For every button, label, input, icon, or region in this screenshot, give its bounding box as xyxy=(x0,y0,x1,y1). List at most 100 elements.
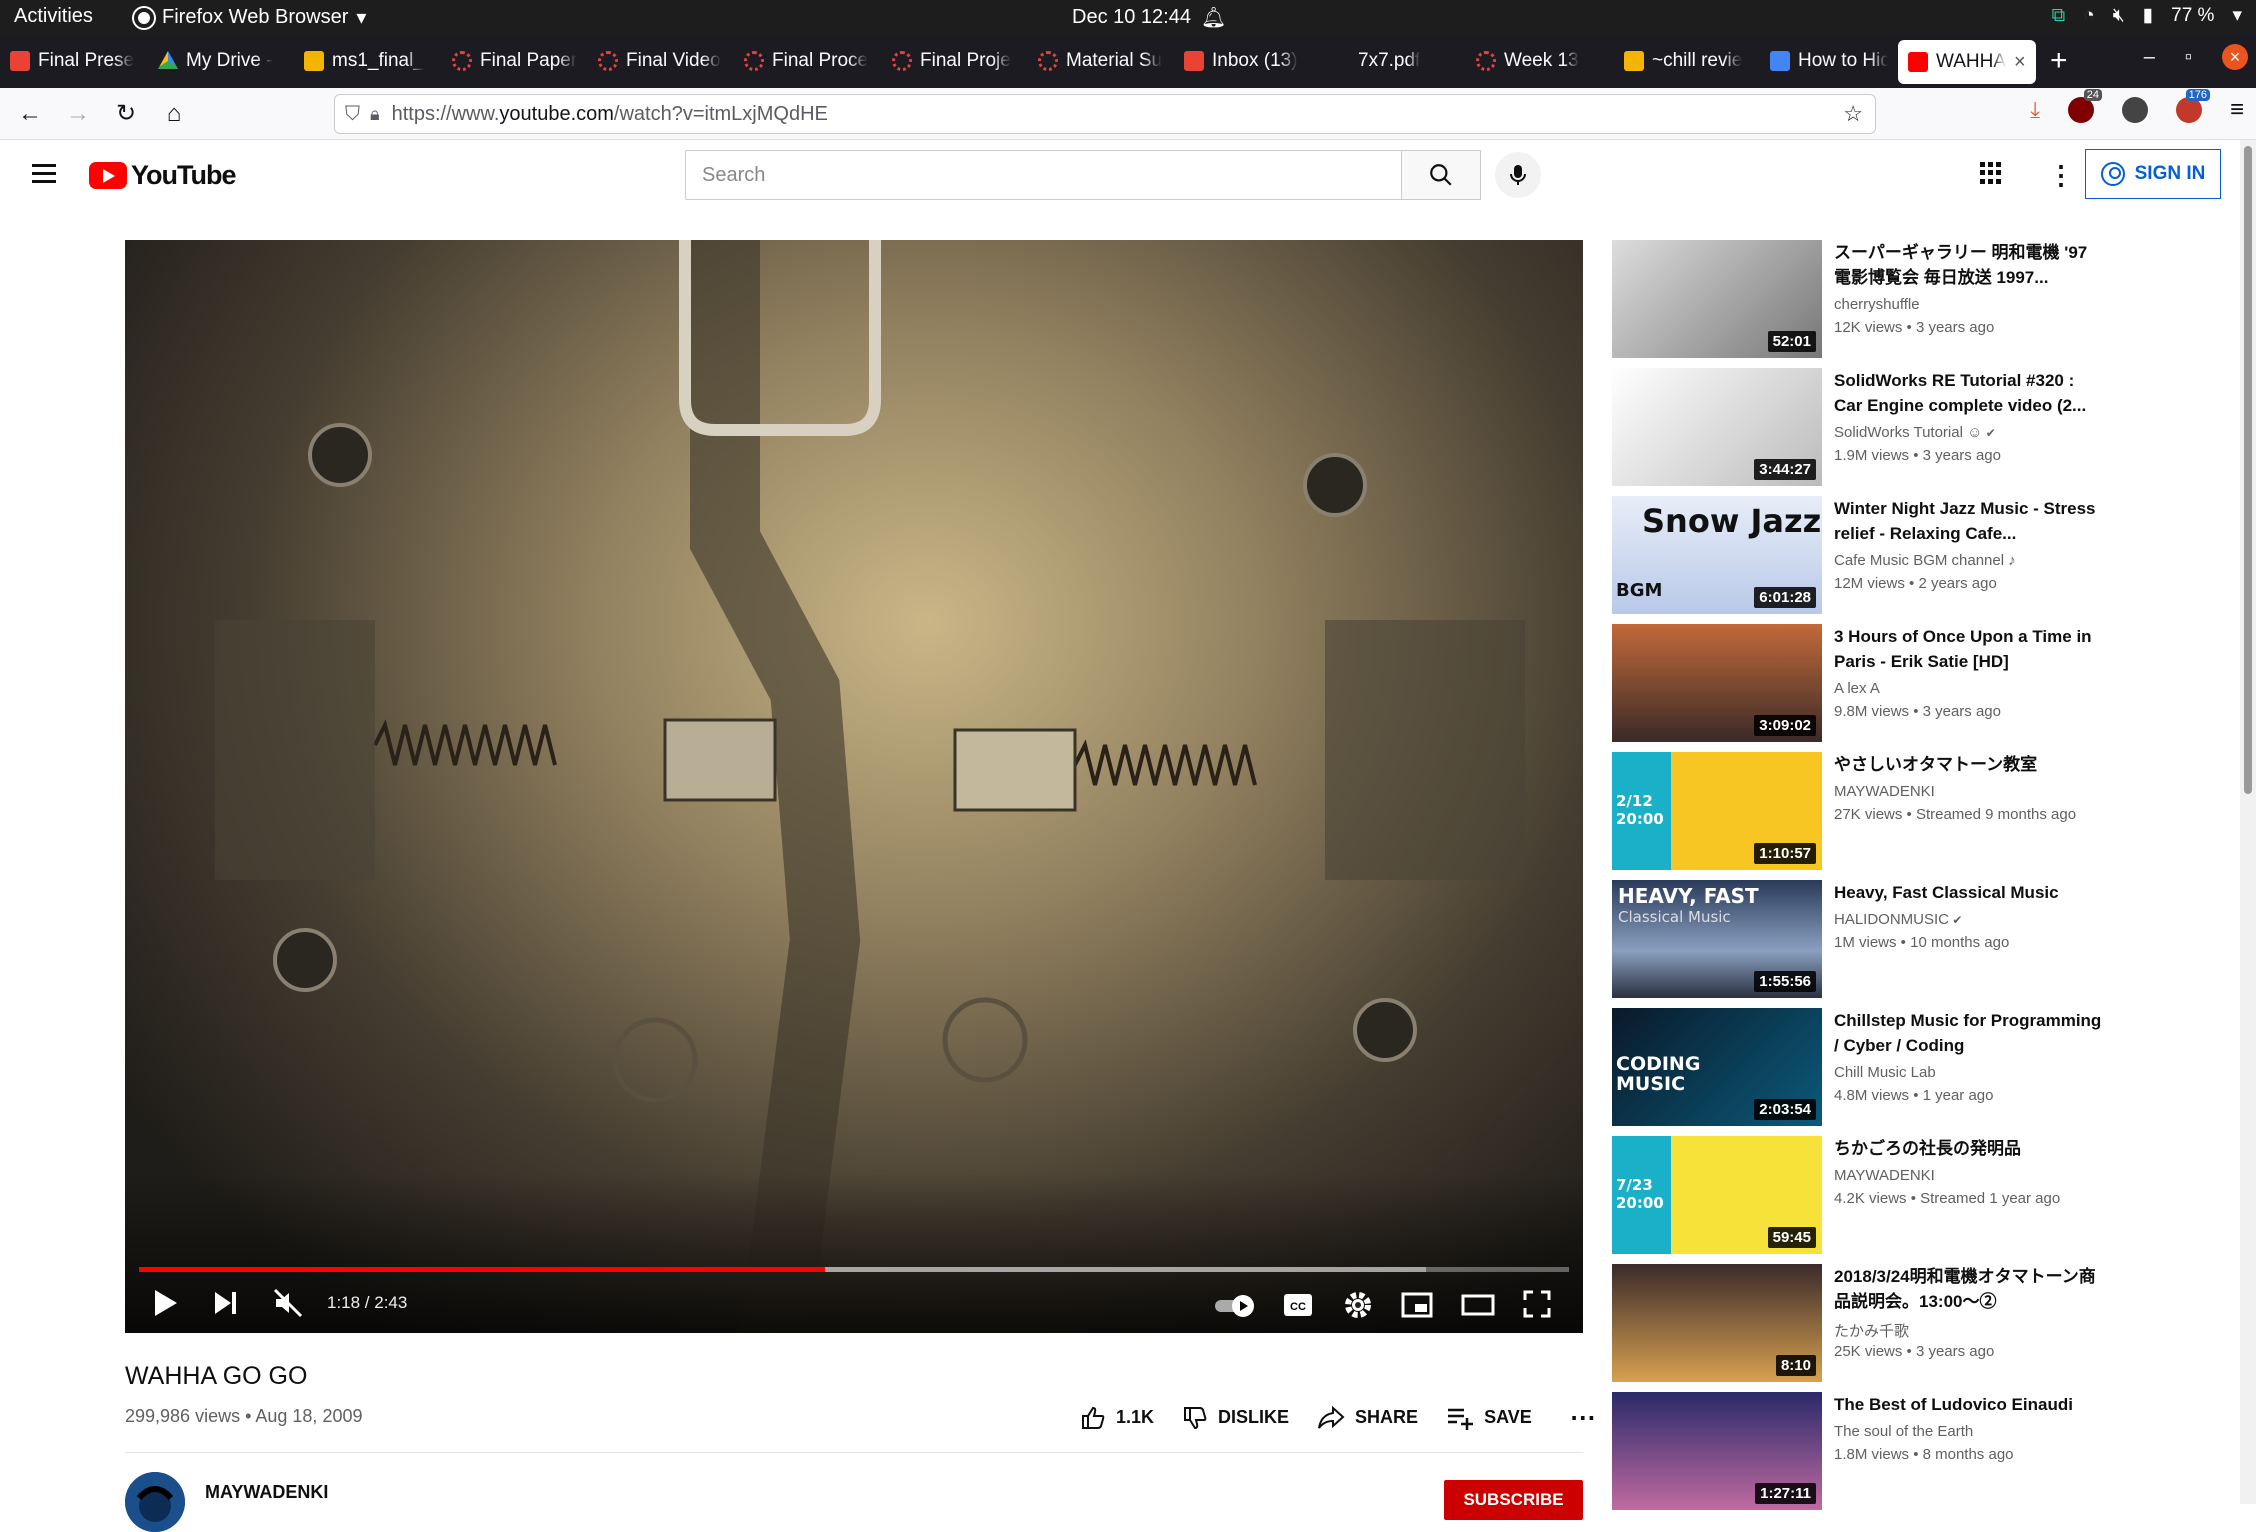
system-tray[interactable]: ⧉ ◔ 🔇︎ ▮ 77 % ▾ xyxy=(2052,4,2242,27)
tab-5[interactable]: Final Video xyxy=(588,34,734,88)
related-video-channel[interactable]: たかみ千歌 xyxy=(1834,1320,1909,1341)
related-video-item[interactable]: HEAVY, FAST Classical Music 1:55:56 Heavy, … xyxy=(1612,880,2232,998)
like-button[interactable]: 1.1K xyxy=(1080,1405,1154,1431)
video-thumbnail[interactable]: 8:10 xyxy=(1612,1264,1822,1382)
bookmark-star-icon[interactable]: ☆ xyxy=(1843,101,1863,127)
youtube-logo[interactable]: YouTube xyxy=(89,160,236,191)
video-thumbnail[interactable]: 52:01 xyxy=(1612,240,1822,358)
search-button[interactable] xyxy=(1401,150,1481,200)
autoplay-toggle[interactable] xyxy=(1213,1294,1257,1323)
related-video-title[interactable]: The Best of Ludovico Einaudi xyxy=(1834,1392,2104,1417)
video-thumbnail[interactable]: 3:09:02 xyxy=(1612,624,1822,742)
video-thumbnail[interactable]: 7/23 20:00 59:45 xyxy=(1612,1136,1822,1254)
address-bar[interactable]: ⛉ 🔒︎ https://www. youtube.com/watch?v=itm… xyxy=(334,94,1876,134)
related-video-title[interactable]: Chillstep Music for Programming / Cyber … xyxy=(1834,1008,2104,1058)
forward-button[interactable]: → xyxy=(60,96,96,132)
channel-name[interactable]: MAYWADENKI xyxy=(205,1482,328,1503)
page-scrollbar[interactable] xyxy=(2240,140,2256,1504)
related-video-channel[interactable]: Cafe Music BGM channel ♪ xyxy=(1834,552,2016,569)
voice-search-button[interactable] xyxy=(1495,152,1541,198)
tab-11[interactable]: Week 13 xyxy=(1466,34,1614,88)
related-video-channel[interactable]: MAYWADENKI xyxy=(1834,1167,1935,1184)
tab-10[interactable]: 7x7.pdf xyxy=(1320,34,1466,88)
video-player[interactable]: 1:18 / 2:43 CC xyxy=(125,240,1583,1333)
sign-in-button[interactable]: SIGN IN xyxy=(2085,149,2221,199)
progress-bar[interactable] xyxy=(139,1267,1569,1272)
tab-3[interactable]: ms1_final_ xyxy=(294,34,442,88)
related-video-channel[interactable]: cherryshuffle xyxy=(1834,296,1920,313)
tab-13[interactable]: How to Hid xyxy=(1760,34,1898,88)
play-button[interactable] xyxy=(153,1288,179,1323)
lock-icon[interactable]: 🔒︎ xyxy=(370,104,380,125)
apps-grid-icon[interactable] xyxy=(1980,162,2002,184)
settings-button[interactable] xyxy=(1343,1290,1373,1325)
related-video-title[interactable]: 2018/3/24明和電機オタマトーン商品説明会。13:00〜② xyxy=(1834,1264,2104,1314)
minimize-icon[interactable]: – xyxy=(2144,46,2155,69)
video-thumbnail[interactable]: Snow Jazz BGM 6:01:28 xyxy=(1612,496,1822,614)
subtitles-button[interactable]: CC xyxy=(1283,1292,1313,1323)
tab-9[interactable]: Inbox (13) xyxy=(1174,34,1320,88)
related-video-title[interactable]: Winter Night Jazz Music - Stress relief … xyxy=(1834,496,2104,546)
reload-button[interactable]: ↻ xyxy=(108,96,144,132)
tab-6[interactable]: Final Proce xyxy=(734,34,882,88)
back-button[interactable]: ← xyxy=(12,96,48,132)
save-button[interactable]: SAVE xyxy=(1446,1406,1532,1430)
related-video-item[interactable]: CODING MUSIC 2:03:54 Chillstep Music for P… xyxy=(1612,1008,2232,1126)
tab-12[interactable]: ~chill revie xyxy=(1614,34,1760,88)
related-video-channel[interactable]: MAYWADENKI xyxy=(1834,783,1935,800)
video-thumbnail[interactable]: HEAVY, FAST Classical Music 1:55:56 xyxy=(1612,880,1822,998)
more-actions-button[interactable]: ⋯ xyxy=(1570,1402,1596,1433)
video-thumbnail[interactable]: CODING MUSIC 2:03:54 xyxy=(1612,1008,1822,1126)
scrollbar-thumb[interactable] xyxy=(2244,146,2252,794)
related-video-channel[interactable]: SolidWorks Tutorial ☺ ✔ xyxy=(1834,424,1996,441)
related-video-item[interactable]: 8:10 2018/3/24明和電機オタマトーン商品説明会。13:00〜② たかみ千… xyxy=(1612,1264,2232,1382)
guide-menu-icon[interactable] xyxy=(32,164,56,184)
tab-2[interactable]: My Drive - xyxy=(148,34,294,88)
subscribe-button[interactable]: SUBSCRIBE xyxy=(1444,1480,1583,1520)
restore-icon[interactable]: ▫ xyxy=(2185,46,2192,69)
channel-avatar[interactable] xyxy=(125,1472,185,1532)
theater-mode-button[interactable] xyxy=(1461,1293,1495,1322)
tab-8[interactable]: Material Su xyxy=(1028,34,1174,88)
activities-button[interactable]: Activities xyxy=(14,5,93,28)
related-video-title[interactable]: SolidWorks RE Tutorial #320 : Car Engine… xyxy=(1834,368,2104,418)
related-video-item[interactable]: 52:01 スーパーギャラリー 明和電機 '97電影博覧会 毎日放送 1997..… xyxy=(1612,240,2232,358)
video-thumbnail[interactable]: 1:27:11 xyxy=(1612,1392,1822,1510)
download-icon[interactable]: ⤓ xyxy=(2030,97,2040,123)
related-video-item[interactable]: 3:44:27 SolidWorks RE Tutorial #320 : Car… xyxy=(1612,368,2232,486)
extension-badge-icon[interactable]: 176 xyxy=(2175,89,2210,123)
next-button[interactable] xyxy=(213,1288,239,1323)
close-tab-icon[interactable]: × xyxy=(2014,51,2026,74)
tab-14[interactable]: WAHHA × xyxy=(1898,40,2036,84)
fullscreen-button[interactable] xyxy=(1523,1290,1551,1323)
miniplayer-button[interactable] xyxy=(1401,1292,1433,1323)
related-video-title[interactable]: ちかごろの社長の発明品 xyxy=(1834,1136,2104,1161)
related-video-title[interactable]: スーパーギャラリー 明和電機 '97電影博覧会 毎日放送 1997... xyxy=(1834,240,2104,290)
tab-4[interactable]: Final Paper xyxy=(442,34,588,88)
menu-icon[interactable]: ≡ xyxy=(2230,96,2244,124)
related-video-channel[interactable]: The soul of the Earth xyxy=(1834,1423,1973,1440)
dislike-button[interactable]: DISLIKE xyxy=(1182,1405,1289,1431)
tab-1[interactable]: Final Prese xyxy=(0,34,148,88)
video-thumbnail[interactable]: 3:44:27 xyxy=(1612,368,1822,486)
related-video-item[interactable]: 2/12 20:00 1:10:57 やさしいオタマトーン教室 MAYWADENKI 2… xyxy=(1612,752,2232,870)
new-tab-button[interactable]: + xyxy=(2050,44,2068,78)
video-thumbnail[interactable]: 2/12 20:00 1:10:57 xyxy=(1612,752,1822,870)
clock[interactable]: Dec 10 12:44 🔔︎ xyxy=(1072,5,1226,30)
settings-more-icon[interactable]: ⋮ xyxy=(2048,160,2074,191)
tab-7[interactable]: Final Proje xyxy=(882,34,1028,88)
video-frame[interactable] xyxy=(125,240,1583,1333)
extension-ublock-icon[interactable]: 24 xyxy=(2067,89,2102,123)
search-input[interactable]: Search xyxy=(685,150,1402,200)
related-video-channel[interactable]: Chill Music Lab xyxy=(1834,1064,1936,1081)
related-video-item[interactable]: 7/23 20:00 59:45 ちかごろの社長の発明品 MAYWADENKI 4.2K… xyxy=(1612,1136,2232,1254)
related-video-title[interactable]: やさしいオタマトーン教室 xyxy=(1834,752,2104,777)
related-video-channel[interactable]: HALIDONMUSIC ✔ xyxy=(1834,911,1962,928)
related-video-item[interactable]: 3:09:02 3 Hours of Once Upon a Time in Pa… xyxy=(1612,624,2232,742)
related-video-channel[interactable]: A lex A xyxy=(1834,680,1880,697)
home-button[interactable]: ⌂ xyxy=(156,96,192,132)
app-menu[interactable]: Firefox Web Browser ▾ xyxy=(134,5,366,30)
shield-icon[interactable]: ⛉ xyxy=(345,103,360,126)
extension-icon[interactable] xyxy=(2121,97,2148,123)
related-video-item[interactable]: 1:27:11 The Best of Ludovico Einaudi The s… xyxy=(1612,1392,2232,1510)
